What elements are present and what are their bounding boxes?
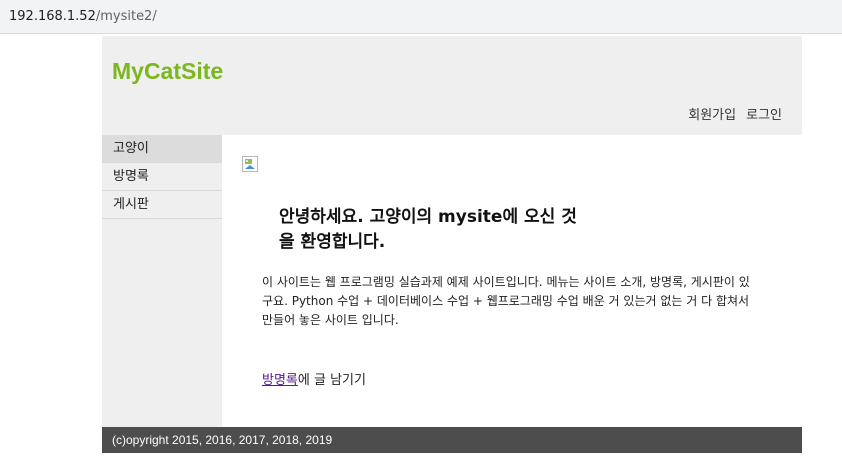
site-logo[interactable]: MyCatSite: [112, 58, 223, 85]
login-link[interactable]: 로그인: [746, 108, 782, 123]
sidebar-item-guestbook[interactable]: 방명록: [102, 163, 222, 191]
url-text[interactable]: 192.168.1.52/mysite2/: [9, 9, 157, 25]
sidebar-item-cat[interactable]: 고양이: [102, 135, 222, 163]
url-host: 192.168.1.52: [9, 9, 96, 24]
auth-links: 회원가입 로그인: [688, 104, 782, 123]
signup-link[interactable]: 회원가입: [688, 108, 736, 123]
intro-paragraph: 이 사이트는 웹 프로그램밍 실습과제 예제 사이트입니다. 메뉴는 사이트 소…: [262, 275, 750, 327]
url-path: /mysite2/: [95, 9, 157, 24]
site-footer: (c)opyright 2015, 2016, 2017, 2018, 2019: [102, 427, 802, 453]
broken-image-icon: [242, 156, 258, 172]
copyright-text: (c)opyright 2015, 2016, 2017, 2018, 2019: [112, 433, 333, 447]
browser-address-bar[interactable]: 192.168.1.52/mysite2/: [0, 0, 842, 34]
sidebar-nav: 고양이 방명록 게시판: [102, 135, 222, 427]
site-container: MyCatSite 회원가입 로그인 고양이 방명록 게시판 안녕하세요. 고양이…: [102, 36, 802, 453]
guestbook-link[interactable]: 방명록: [262, 373, 298, 388]
welcome-heading: 안녕하세요. 고양이의 mysite에 오신 것을 환영합니다.: [279, 207, 577, 252]
sidebar-item-board[interactable]: 게시판: [102, 191, 222, 219]
main-content: 안녕하세요. 고양이의 mysite에 오신 것을 환영합니다. 이 사이트는 …: [222, 135, 802, 427]
guestbook-cta-suffix: 에 글 남기기: [297, 373, 366, 388]
site-header: MyCatSite 회원가입 로그인: [102, 36, 802, 135]
guestbook-cta: 방명록에 글 남기기: [262, 369, 366, 388]
